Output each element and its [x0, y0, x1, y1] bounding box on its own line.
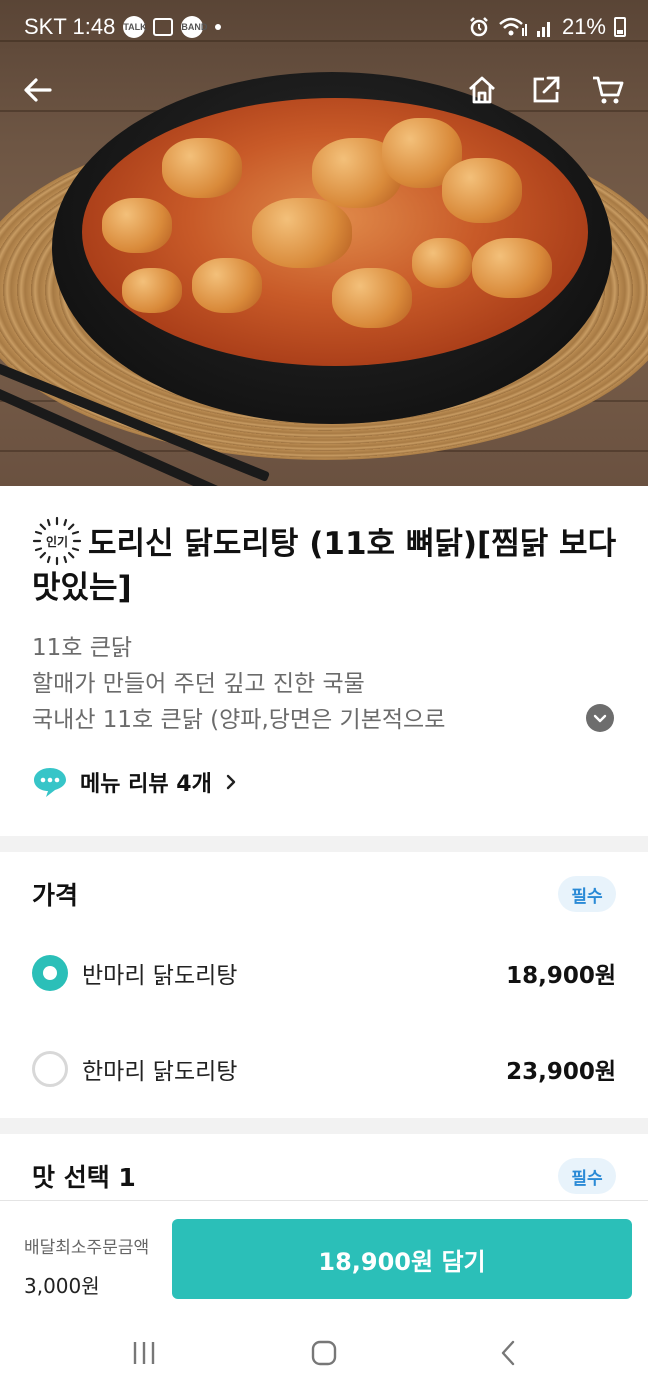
signal-icon — [536, 22, 550, 37]
recent-apps-icon — [133, 1342, 155, 1364]
share-button[interactable] — [522, 66, 570, 114]
gallery-icon — [153, 18, 174, 36]
taste-section-title: 맛 선택 1 — [32, 1163, 136, 1192]
back-system-button[interactable] — [488, 1338, 528, 1368]
wifi-icon — [499, 17, 527, 36]
carrier-time: SKT 1:48 — [24, 14, 116, 39]
radio-unselected[interactable] — [32, 1051, 68, 1087]
expand-description-button[interactable] — [586, 704, 614, 732]
price-section-title: 가격 — [32, 881, 79, 910]
system-nav-bar — [0, 1312, 648, 1390]
description-fade — [444, 698, 584, 738]
description-line: 할매가 만들어 주던 깊고 진한 국물 — [32, 671, 365, 697]
product-title-block: 인기 도리신 닭도리탕 (11호 뼈닭)[찜닭 보다 맛있는] — [32, 516, 622, 610]
cart-icon — [593, 76, 624, 104]
price-option-half[interactable]: 반마리 닭도리탕 18,900원 — [32, 948, 616, 998]
home-icon — [469, 76, 495, 104]
arrow-left-icon — [24, 78, 52, 102]
menu-review-link[interactable]: 메뉴 리뷰 4개 — [32, 766, 238, 798]
bottom-order-bar: 배달최소주문금액 3,000원 18,900원 담기 — [0, 1200, 648, 1312]
option-price: 18,900원 — [506, 963, 616, 989]
stew — [82, 98, 588, 366]
status-bar: SKT 1:48 TALK BAND 21% — [0, 0, 648, 56]
home-system-button[interactable] — [304, 1338, 344, 1368]
alarm-icon — [470, 17, 488, 37]
battery-percent: 21% — [561, 14, 606, 39]
top-nav — [0, 60, 648, 120]
popular-badge: 인기 — [32, 516, 82, 566]
speech-bubble-icon — [34, 768, 66, 797]
chevron-right-icon — [226, 774, 236, 790]
description-line: 국내산 11호 큰닭 (양파,당면은 기본적으로 — [32, 707, 446, 733]
price-option-whole[interactable]: 한마리 닭도리탕 23,900원 — [32, 1044, 616, 1094]
chevron-down-icon — [593, 714, 607, 723]
talk-icon: TALK — [123, 16, 147, 38]
home-circle-icon — [311, 1340, 337, 1366]
product-description: 11호 큰닭 할매가 만들어 주던 깊고 진한 국물 국내산 11호 큰닭 (양… — [32, 630, 445, 738]
more-notifications-icon — [215, 24, 222, 30]
cart-button[interactable] — [584, 66, 632, 114]
description-line: 11호 큰닭 — [32, 635, 133, 661]
home-button[interactable] — [458, 66, 506, 114]
option-label: 반마리 닭도리탕 — [82, 963, 238, 989]
back-chevron-icon — [501, 1340, 515, 1366]
popular-badge-label: 인기 — [46, 534, 68, 549]
section-divider — [0, 1118, 648, 1134]
required-badge: 필수 — [558, 876, 616, 912]
review-count-label: 메뉴 리뷰 4개 — [80, 772, 212, 797]
band-icon: BAND — [181, 16, 207, 38]
required-badge: 필수 — [558, 1158, 616, 1194]
option-label: 한마리 닭도리탕 — [82, 1059, 238, 1085]
min-order-value: 3,000원 — [24, 1274, 100, 1298]
product-title: 도리신 닭도리탕 (11호 뼈닭)[찜닭 보다 맛있는] — [32, 526, 617, 606]
option-price: 23,900원 — [506, 1059, 616, 1085]
radio-selected[interactable] — [32, 955, 68, 991]
section-divider — [0, 836, 648, 852]
share-icon — [533, 76, 560, 103]
min-order-label: 배달최소주문금액 — [24, 1238, 150, 1258]
battery-icon — [614, 17, 626, 37]
add-to-cart-button[interactable]: 18,900원 담기 — [172, 1219, 632, 1299]
back-button[interactable] — [14, 66, 62, 114]
min-order-info: 배달최소주문금액 3,000원 — [24, 1233, 149, 1299]
recent-apps-button[interactable] — [124, 1338, 164, 1368]
